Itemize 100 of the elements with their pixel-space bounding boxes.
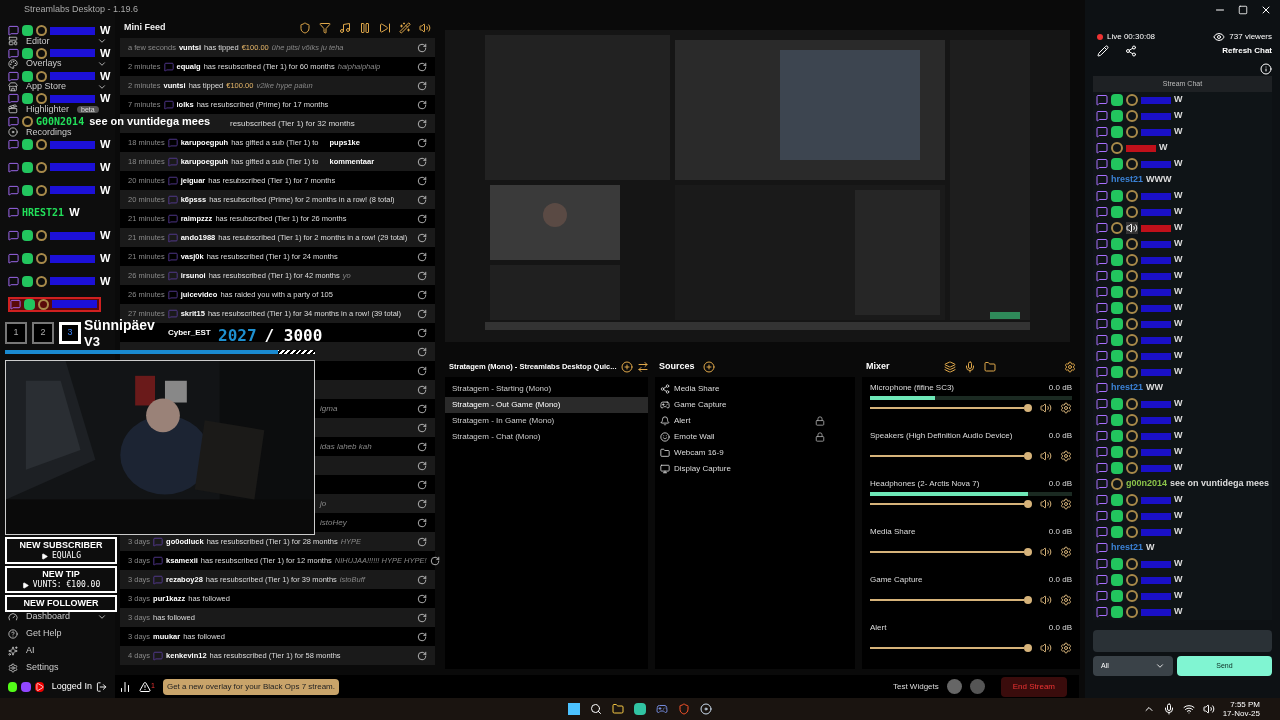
channel-name: Speakers (High Definition Audio Device): [870, 430, 1013, 442]
scene-item[interactable]: Stratagem - In Game (Mono): [445, 413, 648, 429]
chat-message: W: [1174, 365, 1183, 379]
chat-message: W: [1174, 237, 1183, 251]
channel-name: Microphone (fifine SC3): [870, 382, 955, 394]
live-timer: Live 00:30:08: [1107, 31, 1156, 43]
channel-name: Media Share: [870, 526, 916, 538]
end-stream-button[interactable]: End Stream: [1000, 676, 1067, 697]
chat-message: W: [1174, 285, 1183, 299]
nav-item[interactable]: Highlighter: [26, 104, 70, 114]
alert-value: EQUALG: [52, 551, 81, 561]
chat-message: W: [1174, 413, 1183, 427]
chat-message: W: [1174, 189, 1183, 203]
source-item[interactable]: Media Share: [674, 383, 720, 395]
chat-message: W: [1174, 253, 1183, 267]
chat-message: W: [1174, 221, 1183, 235]
chat-message: see on vuntidega mees: [1170, 477, 1270, 491]
chat-message: W: [1174, 445, 1183, 459]
channel-reading: 0.0 dB: [1048, 430, 1072, 442]
source-item[interactable]: Game Capture: [674, 399, 727, 411]
source-item[interactable]: Webcam 16-9: [674, 447, 724, 459]
source-item[interactable]: Display Capture: [674, 463, 731, 475]
channel-reading: 0.0 dB: [1048, 574, 1072, 586]
chat-username: g00n2014: [1126, 477, 1168, 491]
chat-message: W: [1174, 349, 1183, 363]
overlay-message: W: [100, 47, 111, 59]
overlay-message: W: [100, 230, 111, 242]
overlay-message: W: [100, 70, 111, 82]
overlay-message: W: [69, 207, 80, 219]
chat-message: W: [1174, 429, 1183, 443]
refresh-chat-link[interactable]: Refresh Chat: [1222, 45, 1272, 57]
chat-message: W: [1174, 205, 1183, 219]
channel-name: Alert: [870, 622, 887, 634]
nav-item[interactable]: Settings: [26, 663, 59, 672]
overlay-message: W: [100, 93, 111, 105]
alert-value: VUNTS: €100.00: [32, 580, 101, 590]
overlay-message: W: [100, 161, 111, 173]
overlay-message: W: [100, 139, 111, 150]
chat-message: W: [1174, 573, 1183, 587]
nav-item[interactable]: App Store: [26, 82, 67, 92]
login-status: Logged In: [51, 680, 92, 694]
nav-item[interactable]: Overlays: [26, 59, 62, 69]
chat-message: W: [1174, 589, 1183, 603]
nav-item[interactable]: Get Help: [26, 629, 62, 638]
feed-message: jo: [320, 497, 327, 510]
nav-item[interactable]: Editor: [26, 36, 50, 46]
clock-date: 17-Nov-25: [1222, 709, 1260, 718]
chat-username: hrest21: [1111, 381, 1144, 395]
overlay-message: W: [100, 253, 111, 264]
scene-item[interactable]: Stratagem - Out Game (Mono): [445, 397, 648, 413]
goal-target: / 3000: [264, 328, 323, 344]
chat-message: W: [1174, 333, 1183, 347]
overlay-message: W: [100, 25, 111, 36]
feed-user: Cyber_EST: [168, 326, 211, 339]
alert-label: NEW TIP: [42, 569, 80, 580]
test-widgets-label: Test Widgets: [892, 680, 939, 693]
nav-item[interactable]: AI: [26, 646, 35, 655]
chat-username: hrest21: [1111, 541, 1144, 555]
channel-reading: 0.0 dB: [1048, 478, 1072, 490]
feed-message: idas laheb kah: [320, 440, 372, 453]
chat-message: W: [1159, 141, 1168, 155]
nav-item[interactable]: Dashboard: [26, 612, 71, 621]
chat-message: WWW: [1146, 173, 1172, 187]
alert-label: NEW FOLLOWER: [23, 598, 99, 609]
chat-message: W: [1174, 269, 1183, 283]
chat-message: W: [1174, 397, 1183, 411]
goal-current: 2027: [218, 328, 257, 344]
overlay-username: G00N2014: [36, 116, 85, 127]
scene-item[interactable]: Stratagem - Chat (Mono): [445, 429, 648, 445]
channel-reading: 0.0 dB: [1048, 622, 1072, 634]
chat-message: W: [1174, 493, 1183, 507]
chat-message: WW: [1146, 381, 1164, 395]
chat-message: W: [1174, 525, 1183, 539]
source-item[interactable]: Emote Wall: [674, 431, 715, 443]
panel-title: Mini Feed: [124, 21, 166, 35]
clock-time: 7:55 PM: [1230, 700, 1260, 709]
viewer-count: 737 viewers: [1229, 31, 1272, 43]
chat-message: W: [1174, 461, 1183, 475]
panel-title: Sources: [659, 360, 695, 374]
chat-message: W: [1174, 93, 1183, 107]
panel-title: Mixer: [866, 360, 890, 374]
scene-item[interactable]: Stratagem - Starting (Mono): [445, 381, 648, 397]
channel-name: Headphones (2- Arctis Nova 7): [870, 478, 980, 490]
feed-message: igma: [320, 402, 338, 415]
source-item[interactable]: Alert: [674, 415, 691, 427]
chat-message: W: [1174, 509, 1183, 523]
chat-message: W: [1174, 605, 1183, 619]
overlay-message: W: [100, 184, 111, 196]
promo-banner[interactable]: Get a new overlay for your Black Ops 7 stream.: [162, 678, 339, 695]
overlay-message: W: [100, 275, 111, 287]
feed-action: resubscribed (Tier 1) for 32 months: [230, 117, 355, 130]
alert-label: NEW SUBSCRIBER: [19, 540, 103, 551]
chat-message: W: [1174, 157, 1183, 171]
chat-message: W: [1174, 109, 1183, 123]
channel-reading: 0.0 dB: [1048, 382, 1072, 394]
nav-item[interactable]: Recordings: [26, 127, 72, 137]
chat-message: W: [1174, 301, 1183, 315]
channel-name: Game Capture: [870, 574, 923, 586]
goal-subtitle: V3: [84, 335, 100, 348]
chat-username: hrest21: [1111, 173, 1144, 187]
